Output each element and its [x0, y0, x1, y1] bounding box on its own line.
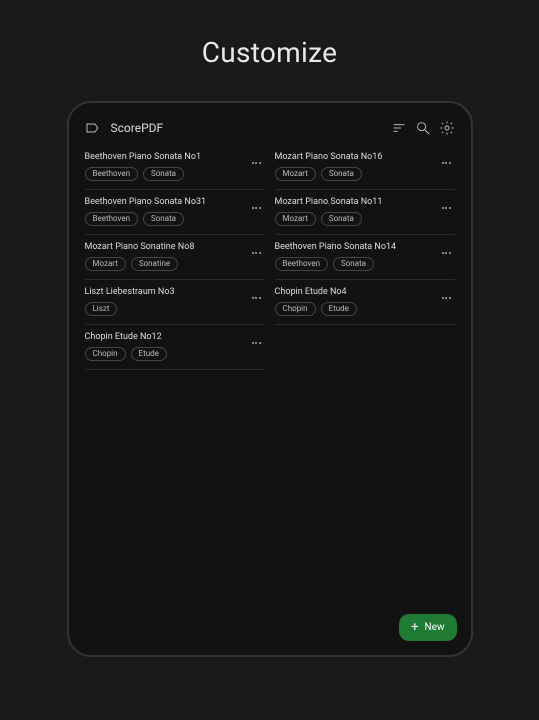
item-title: Liszt Liebestraum No3 [85, 287, 265, 297]
tag[interactable]: Beethoven [275, 257, 328, 271]
new-button-label: New [425, 622, 445, 633]
item-title: Beethoven Piano Sonata No14 [275, 242, 455, 252]
score-columns: Beethoven Piano Sonata No1 Beethoven Sonat… [81, 145, 459, 370]
tag[interactable]: Sonata [321, 167, 362, 181]
column-left: Beethoven Piano Sonata No1 Beethoven Sonat… [85, 145, 265, 370]
list-item[interactable]: Beethoven Piano Sonata No31 Beethoven Sona… [85, 190, 265, 235]
tag[interactable]: Etude [131, 347, 167, 361]
tag-list: Chopin Etude [275, 302, 455, 316]
tag-list: Mozart Sonatine [85, 257, 265, 271]
app-title: ScorePDF [111, 121, 383, 135]
list-item[interactable]: Mozart Piano Sonata No16 Mozart Sonata [275, 145, 455, 190]
tag[interactable]: Sonata [143, 167, 184, 181]
column-right: Mozart Piano Sonata No16MozartSonataMoza… [275, 145, 455, 325]
list-item[interactable]: Beethoven Piano Sonata No14 Beethoven Sona… [275, 235, 455, 280]
tag-list: Liszt [85, 302, 265, 316]
tag-list: Chopin Etude [85, 347, 265, 361]
more-icon[interactable] [438, 248, 455, 258]
list-item[interactable]: Chopin Etude No4 Chopin Etude [275, 280, 455, 325]
tag-list: Beethoven Sonata [275, 257, 455, 271]
settings-icon[interactable] [439, 120, 455, 136]
item-title: Chopin Etude No4 [275, 287, 455, 297]
list-item[interactable]: Mozart Piano Sonata No11 Mozart Sonata [275, 190, 455, 235]
more-icon[interactable] [248, 203, 265, 213]
tag[interactable]: Mozart [85, 257, 126, 271]
item-title: Beethoven Piano Sonata No1 [85, 152, 265, 162]
more-icon[interactable] [248, 293, 265, 303]
item-title: Mozart Piano Sonata No11 [275, 197, 455, 207]
list-item[interactable]: Liszt Liebestraum No3 Liszt [85, 280, 265, 325]
tag-list: Mozart Sonata [275, 212, 455, 226]
more-icon[interactable] [438, 293, 455, 303]
tag[interactable]: Mozart [275, 167, 316, 181]
tag-list: Beethoven Sonata [85, 212, 265, 226]
tag[interactable]: Chopin [85, 347, 126, 361]
more-icon[interactable] [248, 158, 265, 168]
item-title: Mozart Piano Sonatine No8 [85, 242, 265, 252]
more-icon[interactable] [248, 338, 265, 348]
tag-icon[interactable] [85, 120, 101, 136]
tag[interactable]: Liszt [85, 302, 118, 316]
item-title: Chopin Etude No12 [85, 332, 265, 342]
tag[interactable]: Sonata [143, 212, 184, 226]
sort-icon[interactable] [391, 120, 407, 136]
more-icon[interactable] [248, 248, 265, 258]
item-title: Beethoven Piano Sonata No31 [85, 197, 265, 207]
tag[interactable]: Beethoven [85, 167, 138, 181]
more-icon[interactable] [438, 158, 455, 168]
more-icon[interactable] [438, 203, 455, 213]
list-item[interactable]: Mozart Piano Sonatine No8 Mozart Sonatine [85, 235, 265, 280]
tag[interactable]: Beethoven [85, 212, 138, 226]
tag[interactable]: Mozart [275, 212, 316, 226]
page-title: Customize [202, 36, 338, 69]
tag[interactable]: Sonata [321, 212, 362, 226]
plus-icon: + [411, 623, 418, 632]
tag[interactable]: Chopin [275, 302, 316, 316]
list-item[interactable]: Chopin Etude No12 Chopin Etude [85, 325, 265, 370]
app-header: ScorePDF [81, 117, 459, 139]
search-icon[interactable] [415, 120, 431, 136]
new-button[interactable]: + New [399, 614, 456, 641]
tag[interactable]: Sonatine [131, 257, 178, 271]
tablet-frame: ScorePDF Beethoven Piano Sonata No1Beeth… [67, 101, 473, 657]
item-title: Mozart Piano Sonata No16 [275, 152, 455, 162]
tag-list: Beethoven Sonata [85, 167, 265, 181]
list-item[interactable]: Beethoven Piano Sonata No1 Beethoven Sonat… [85, 145, 265, 190]
tag[interactable]: Etude [321, 302, 357, 316]
tag-list: Mozart Sonata [275, 167, 455, 181]
tag[interactable]: Sonata [333, 257, 374, 271]
